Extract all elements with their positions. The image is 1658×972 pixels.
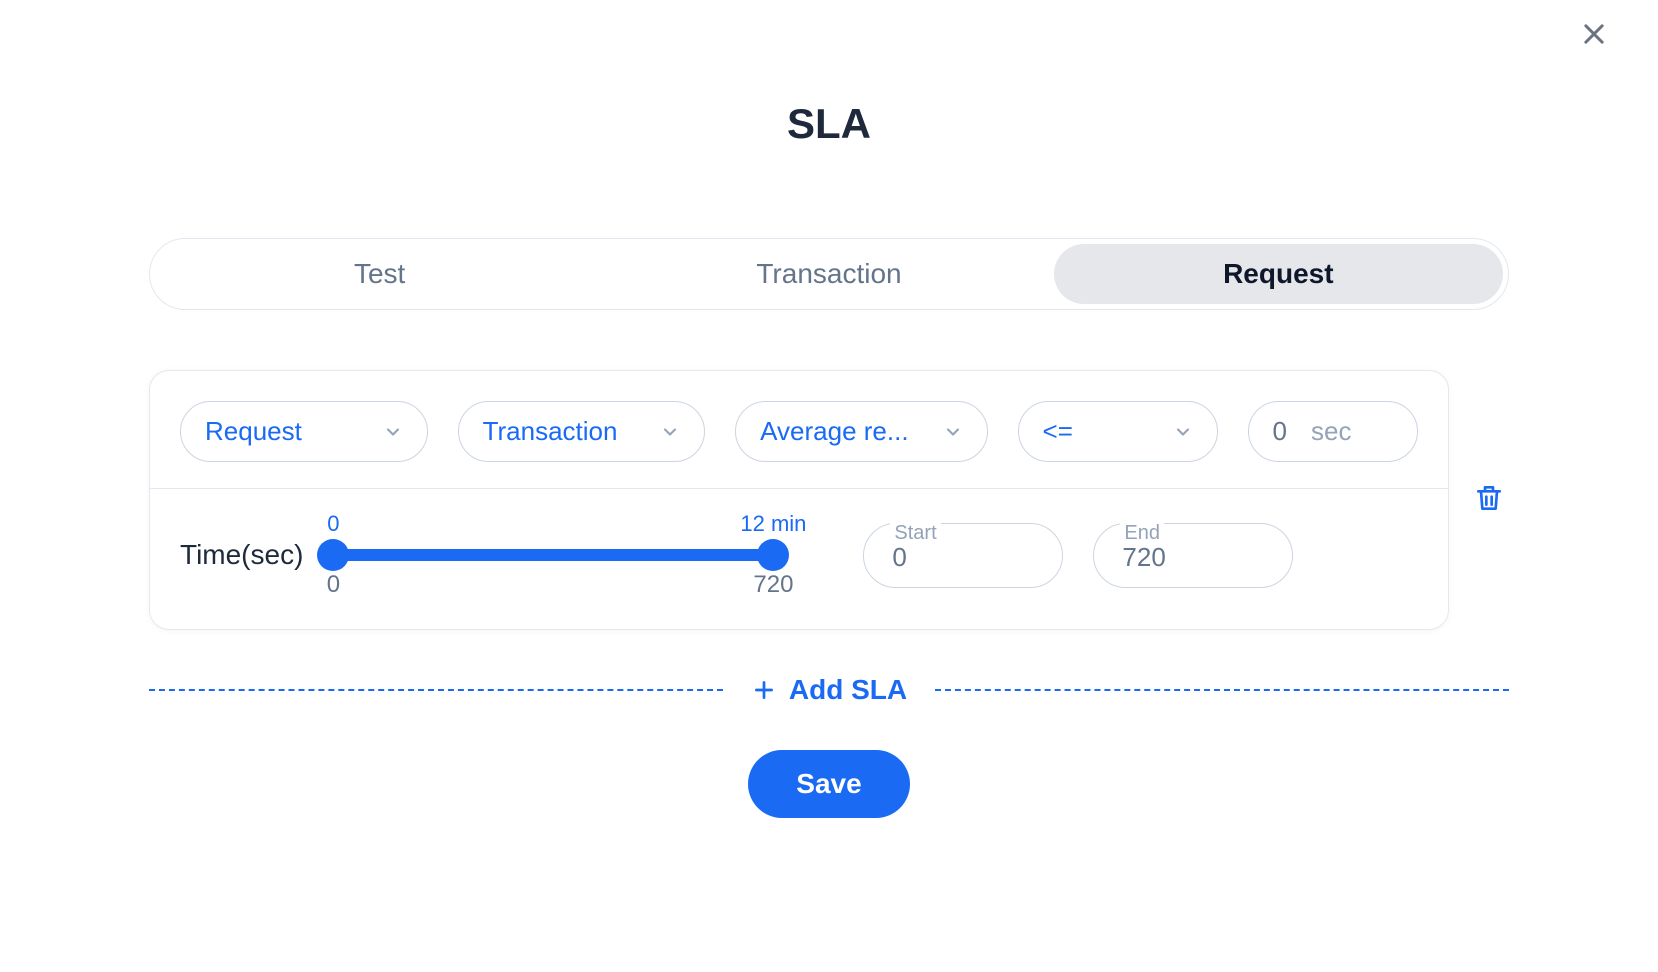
chevron-down-icon xyxy=(383,422,403,442)
time-label: Time(sec) xyxy=(180,539,303,571)
sla-card: Request Transaction Average re... <= 0 xyxy=(149,370,1449,630)
slider-handle-end[interactable] xyxy=(757,539,789,571)
scope-select[interactable]: Request xyxy=(180,401,428,462)
entity-select[interactable]: Transaction xyxy=(458,401,706,462)
delete-sla-button[interactable] xyxy=(1469,478,1509,523)
threshold-input[interactable]: 0 sec xyxy=(1248,401,1418,462)
slider-track xyxy=(333,549,773,561)
metric-select-value: Average re... xyxy=(760,416,908,447)
operator-select-value: <= xyxy=(1043,416,1073,447)
metric-select[interactable]: Average re... xyxy=(735,401,987,462)
plus-icon xyxy=(751,677,777,703)
start-label: Start xyxy=(890,522,940,545)
end-value: 720 xyxy=(1122,542,1165,572)
chevron-down-icon xyxy=(660,422,680,442)
sla-time-row: Time(sec) 0 12 min 0 720 Start 0 xyxy=(150,489,1448,629)
slider-bottom-left-label: 0 xyxy=(327,571,340,599)
trash-icon xyxy=(1473,482,1505,514)
threshold-value: 0 xyxy=(1273,416,1287,447)
end-label: End xyxy=(1120,522,1164,545)
start-value: 0 xyxy=(892,542,906,572)
start-input[interactable]: Start 0 xyxy=(863,523,1063,588)
add-sla-row: Add SLA xyxy=(149,670,1509,710)
tab-test[interactable]: Test xyxy=(155,244,604,304)
chevron-down-icon xyxy=(943,422,963,442)
tab-request[interactable]: Request xyxy=(1054,244,1503,304)
page-title: SLA xyxy=(20,100,1638,148)
entity-select-value: Transaction xyxy=(483,416,618,447)
time-slider[interactable]: 0 12 min 0 720 xyxy=(333,517,773,593)
add-sla-button[interactable]: Add SLA xyxy=(743,670,915,710)
slider-bottom-right-label: 720 xyxy=(753,571,793,599)
sla-config-row: Request Transaction Average re... <= 0 xyxy=(150,371,1448,489)
tab-transaction[interactable]: Transaction xyxy=(604,244,1053,304)
divider-left xyxy=(149,689,723,691)
slider-top-right-label: 12 min xyxy=(740,511,806,537)
operator-select[interactable]: <= xyxy=(1018,401,1218,462)
threshold-unit: sec xyxy=(1311,416,1351,447)
scope-select-value: Request xyxy=(205,416,302,447)
tab-bar: Test Transaction Request xyxy=(149,238,1509,310)
end-input[interactable]: End 720 xyxy=(1093,523,1293,588)
close-icon[interactable] xyxy=(1580,20,1608,53)
chevron-down-icon xyxy=(1173,422,1193,442)
slider-handle-start[interactable] xyxy=(317,539,349,571)
slider-top-left-label: 0 xyxy=(327,511,339,537)
save-button[interactable]: Save xyxy=(748,750,909,818)
divider-right xyxy=(935,689,1509,691)
add-sla-label: Add SLA xyxy=(789,674,907,706)
